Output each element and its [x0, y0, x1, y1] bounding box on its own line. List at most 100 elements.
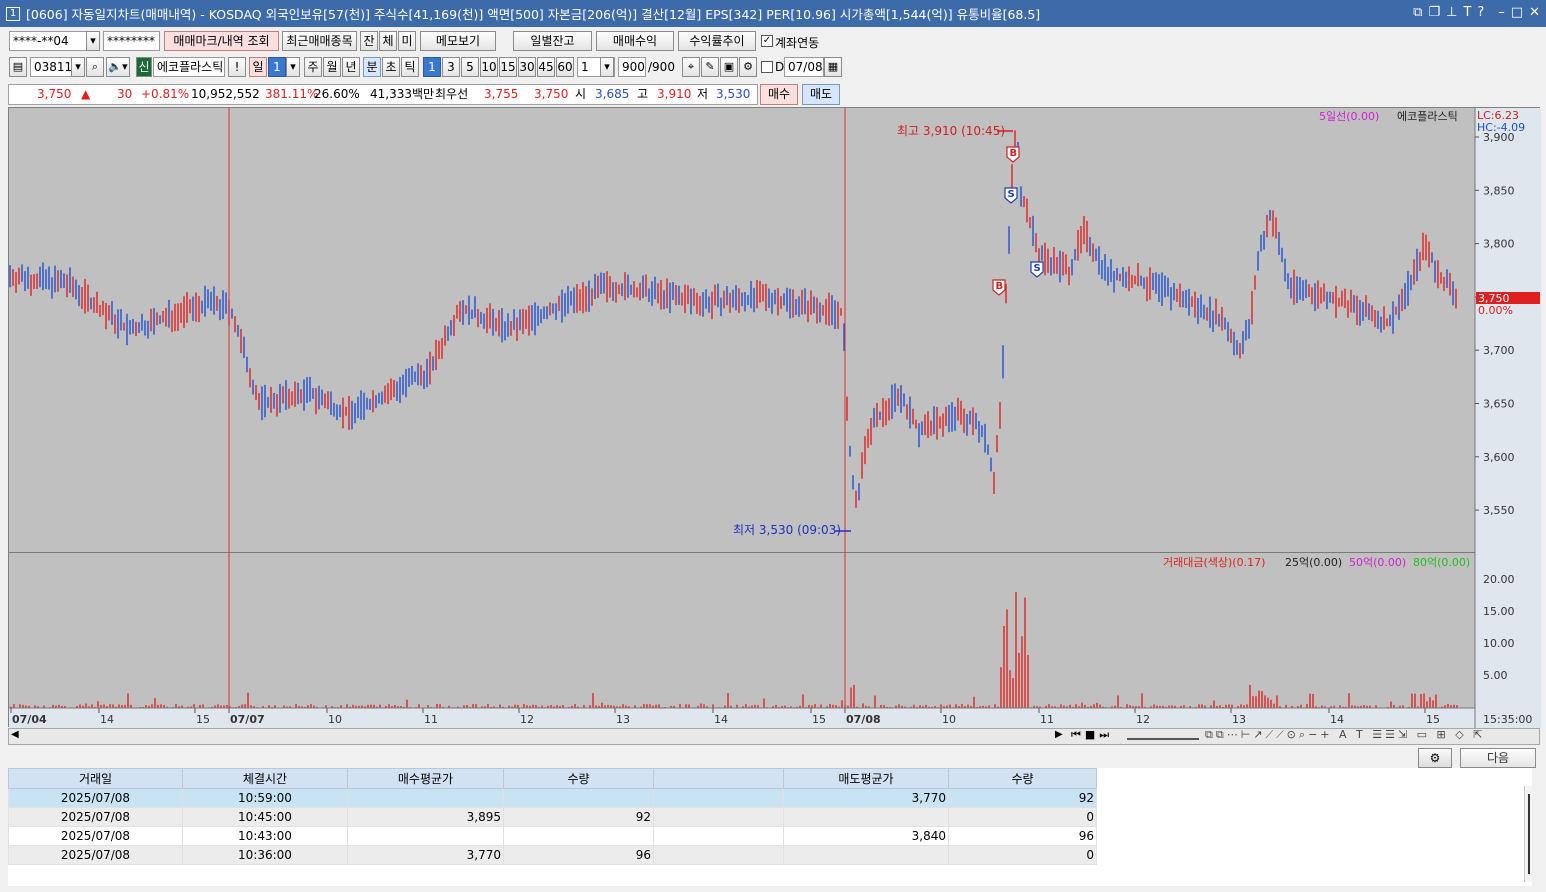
unfilled-button[interactable]: 미: [398, 31, 416, 51]
memo-button[interactable]: 메모보기: [420, 31, 496, 51]
volume-rate: 381.11%: [265, 87, 319, 101]
hc-label: HC:-4.09: [1477, 121, 1525, 134]
period-minute-button[interactable]: 분: [363, 57, 381, 77]
date-checkbox[interactable]: [761, 61, 773, 73]
best-ask: 3,755: [484, 87, 519, 101]
table-row[interactable]: 2025/07/08 10:43:00 3,840 96: [8, 826, 1097, 846]
period-month-button[interactable]: 월: [323, 57, 341, 77]
close-icon[interactable]: ✕: [1529, 5, 1540, 20]
period-day-button[interactable]: 일: [249, 57, 267, 77]
minute-5-button[interactable]: 5: [461, 57, 479, 77]
trade-amount: 41,333백만: [370, 87, 435, 101]
date-label: D: [775, 60, 785, 74]
cascade-icon[interactable]: ❐: [1428, 5, 1440, 20]
balance-button[interactable]: 잔: [360, 31, 378, 51]
calendar-icon[interactable]: ▦: [824, 57, 842, 77]
table-row[interactable]: 2025/07/08 10:36:00 3,770 96 0: [8, 845, 1097, 865]
minute-15-button[interactable]: 15: [499, 57, 517, 77]
chevron-down-icon[interactable]: ▾: [71, 57, 85, 77]
minute-30-button[interactable]: 30: [518, 57, 536, 77]
drawing-tools[interactable]: ⧉⧉⋯⊢↗⟋⟋⊙⌕−+ A T ☰☰⇲ ▭ ⊞ ◇ ⇱: [1205, 728, 1485, 742]
executed-button[interactable]: 체: [379, 31, 397, 51]
y-tick-label: 3,850: [1483, 184, 1515, 197]
chevron-down-icon[interactable]: ▾: [286, 57, 300, 77]
quote-bar: 3,750 ▲ 30 +0.81% 10,952,552 381.11% 26.…: [8, 84, 758, 105]
period-second-button[interactable]: 초: [382, 57, 400, 77]
alert-button[interactable]: !: [228, 57, 246, 77]
sell-button[interactable]: 매도: [802, 84, 840, 105]
vol-tick-label: 10.00: [1483, 637, 1515, 650]
title-bar: 1 [0606] 자동일지차트(매매내역) - KOSDAQ 외국인보유[57(…: [0, 0, 1546, 27]
chevron-down-icon[interactable]: ▾: [600, 57, 614, 77]
scroll-right-icon[interactable]: ▶: [1055, 729, 1063, 740]
yield-trend-button[interactable]: 수익률추이: [678, 31, 756, 51]
chart-canvas[interactable]: 3,9003,8503,8003,7503,7003,6503,6003,550…: [9, 108, 1541, 728]
price-chart[interactable]: 3,9003,8503,8003,7503,7003,6503,6003,550…: [8, 107, 1541, 728]
x-tick-label: 11: [1040, 713, 1054, 726]
period-day-count[interactable]: 1: [268, 57, 286, 77]
zoom-slider[interactable]: [1127, 730, 1199, 740]
recent-trades-button[interactable]: 최근매매종목: [282, 31, 357, 51]
minute-1-button[interactable]: 1: [423, 57, 441, 77]
window-title: [0606] 자동일지차트(매매내역) - KOSDAQ 외국인보유[57(천)…: [26, 7, 1041, 22]
legend-ma: 5일선(0.00): [1319, 109, 1379, 123]
minute-45-button[interactable]: 45: [537, 57, 555, 77]
grid-scroll-thumb[interactable]: [1527, 794, 1530, 874]
y-tick-label: 3,600: [1483, 451, 1515, 464]
minute-60-button[interactable]: 60: [556, 57, 574, 77]
bar-count-input[interactable]: 900: [618, 57, 646, 77]
buy-button[interactable]: 매수: [760, 84, 798, 105]
mark-lookup-button[interactable]: 매매마크/내역 조회: [164, 31, 279, 51]
settings-gear-icon[interactable]: ⚙: [1418, 748, 1452, 768]
period-tick-button[interactable]: 틱: [401, 57, 419, 77]
x-tick-label: 14: [714, 713, 728, 726]
period-week-button[interactable]: 주: [304, 57, 322, 77]
vol-legend-c: 50억(0.00): [1349, 556, 1406, 569]
password-field[interactable]: ********: [103, 31, 160, 51]
maximize-icon[interactable]: □: [1511, 5, 1523, 20]
vol-legend-d: 80억(0.00): [1413, 556, 1470, 569]
open-price: 3,685: [595, 87, 630, 101]
legend-name: 에코플라스틱: [1397, 110, 1458, 123]
date-input[interactable]: 07/08: [784, 57, 824, 77]
minute-3-button[interactable]: 3: [442, 57, 460, 77]
high-annotation: 최고 3,910 (10:45): [897, 124, 1005, 138]
search-icon[interactable]: ⌕: [86, 57, 104, 77]
y-tick-label: 3,800: [1483, 238, 1515, 251]
high-price: 3,910: [657, 87, 692, 101]
daily-balance-button[interactable]: 일별잔고: [513, 31, 592, 51]
restore-icon[interactable]: ⧉: [1413, 5, 1422, 20]
help-icon[interactable]: ?: [1477, 5, 1484, 20]
up-arrow-icon: ▲: [81, 87, 91, 101]
table-row[interactable]: 2025/07/08 10:45:00 3,895 92 0: [8, 807, 1097, 827]
playback-controls[interactable]: ⏮■⏭: [1071, 728, 1113, 742]
speaker-icon[interactable]: 🔈▾: [106, 57, 130, 77]
vol-tick-label: 5.00: [1483, 669, 1508, 682]
table-row[interactable]: 2025/07/08 10:59:00 3,770 92: [8, 788, 1097, 808]
pin-icon[interactable]: ⊥: [1446, 5, 1457, 20]
chevron-down-icon[interactable]: ▾: [86, 31, 100, 51]
new-listing-badge: 신: [136, 57, 152, 77]
crosshair-icon[interactable]: ⌖: [682, 57, 700, 77]
layout-icon[interactable]: ▤: [9, 57, 27, 77]
price-change-rate: +0.81%: [141, 87, 190, 101]
current-rate-label: 0.00%: [1478, 304, 1513, 317]
trade-mark-label: S: [1008, 189, 1015, 200]
minute-10-button[interactable]: 10: [480, 57, 498, 77]
save-icon[interactable]: ▣: [720, 57, 738, 77]
chart-scrollbar[interactable]: ◀ ▶ ⏮■⏭ ⧉⧉⋯⊢↗⟋⟋⊙⌕−+ A T ☰☰⇲ ▭ ⊞ ◇ ⇱: [8, 728, 1540, 745]
gear-icon[interactable]: ⚙: [739, 57, 757, 77]
font-icon[interactable]: T: [1463, 5, 1471, 20]
scroll-left-icon[interactable]: ◀: [11, 729, 19, 740]
grid-scrollbar[interactable]: [1524, 786, 1532, 882]
x-tick-label: 13: [616, 713, 630, 726]
toolbar-chart: ▤ 038110 ▾ ⌕ 🔈▾ 신 에코플라스틱 ! 일 1 ▾ 주 월 년 분…: [0, 54, 1546, 80]
minimize-icon[interactable]: –: [1498, 5, 1505, 20]
account-link-checkbox[interactable]: ✓: [761, 35, 773, 47]
x-tick-label: 15: [1426, 713, 1440, 726]
toolbar-account: ****-**04 ▾ ******** 매매마크/내역 조회 최근매매종목 잔…: [0, 29, 1546, 55]
next-button[interactable]: 다음: [1460, 748, 1536, 768]
trade-profit-button[interactable]: 매매수익: [596, 31, 674, 51]
draw-icon[interactable]: ✎: [701, 57, 719, 77]
period-year-button[interactable]: 년: [342, 57, 360, 77]
